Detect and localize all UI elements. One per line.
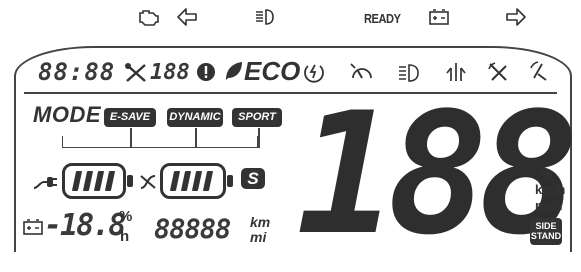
battery-small-icon [23,219,43,235]
mode-bracket [62,136,258,148]
battery-cell [202,171,214,191]
range-readout: -18.8 [44,208,126,243]
ready-indicator: READY [364,11,401,26]
mode-dynamic[interactable]: DYNAMIC [167,108,223,127]
mode-tick [258,128,260,148]
battery-cell [169,171,181,191]
wrench-service-icon [125,63,146,82]
side-stand-indicator: SIDE STAND [530,218,562,245]
speed-display: 188 [296,76,579,272]
battery-cell [180,171,192,191]
headlight-icon [256,9,274,25]
battery-cell [82,171,94,191]
clock-display: 88:88 [38,58,116,86]
battery-warning-icon [429,9,449,25]
mode-e-save[interactable]: E-SAVE [104,108,156,127]
s-badge: S [241,168,265,189]
speed-unit-mph: mph [535,198,563,213]
battery-right-cap [227,175,233,187]
battery-swap-icon [140,175,156,189]
mode-tick [130,128,132,148]
range-unit-bottom: h [120,228,130,245]
battery-cell [71,171,83,191]
mode-label: MODE [33,102,101,127]
battery-left [62,163,126,199]
battery-cell [104,171,116,191]
battery-cell [93,171,105,191]
odo-unit-mi: mi [250,229,267,245]
battery-cell [191,171,203,191]
battery-left-cap [127,175,133,187]
turn-right-arrow-icon [506,8,526,26]
charging-plug-icon [33,177,57,189]
eco-label: ECO [244,56,301,86]
range-unit-top: % [119,208,133,225]
speed-unit-percent: % [540,166,553,182]
exclamation-warning-icon [197,63,215,81]
speed-unit-kmh: km/h [535,182,566,197]
odo-unit-km: km [250,214,271,230]
turn-left-arrow-icon [177,8,197,26]
trip-digits: 188 [150,60,190,85]
mode-sport[interactable]: SPORT [232,108,282,127]
engine-warning-icon [139,10,159,26]
eco-leaf-icon [226,62,242,80]
side-stand-line2: STAND [530,231,562,241]
mode-tick [195,128,197,148]
battery-right [160,163,226,199]
side-stand-line1: SIDE [535,221,557,231]
odometer-display: 88888 [154,214,231,245]
